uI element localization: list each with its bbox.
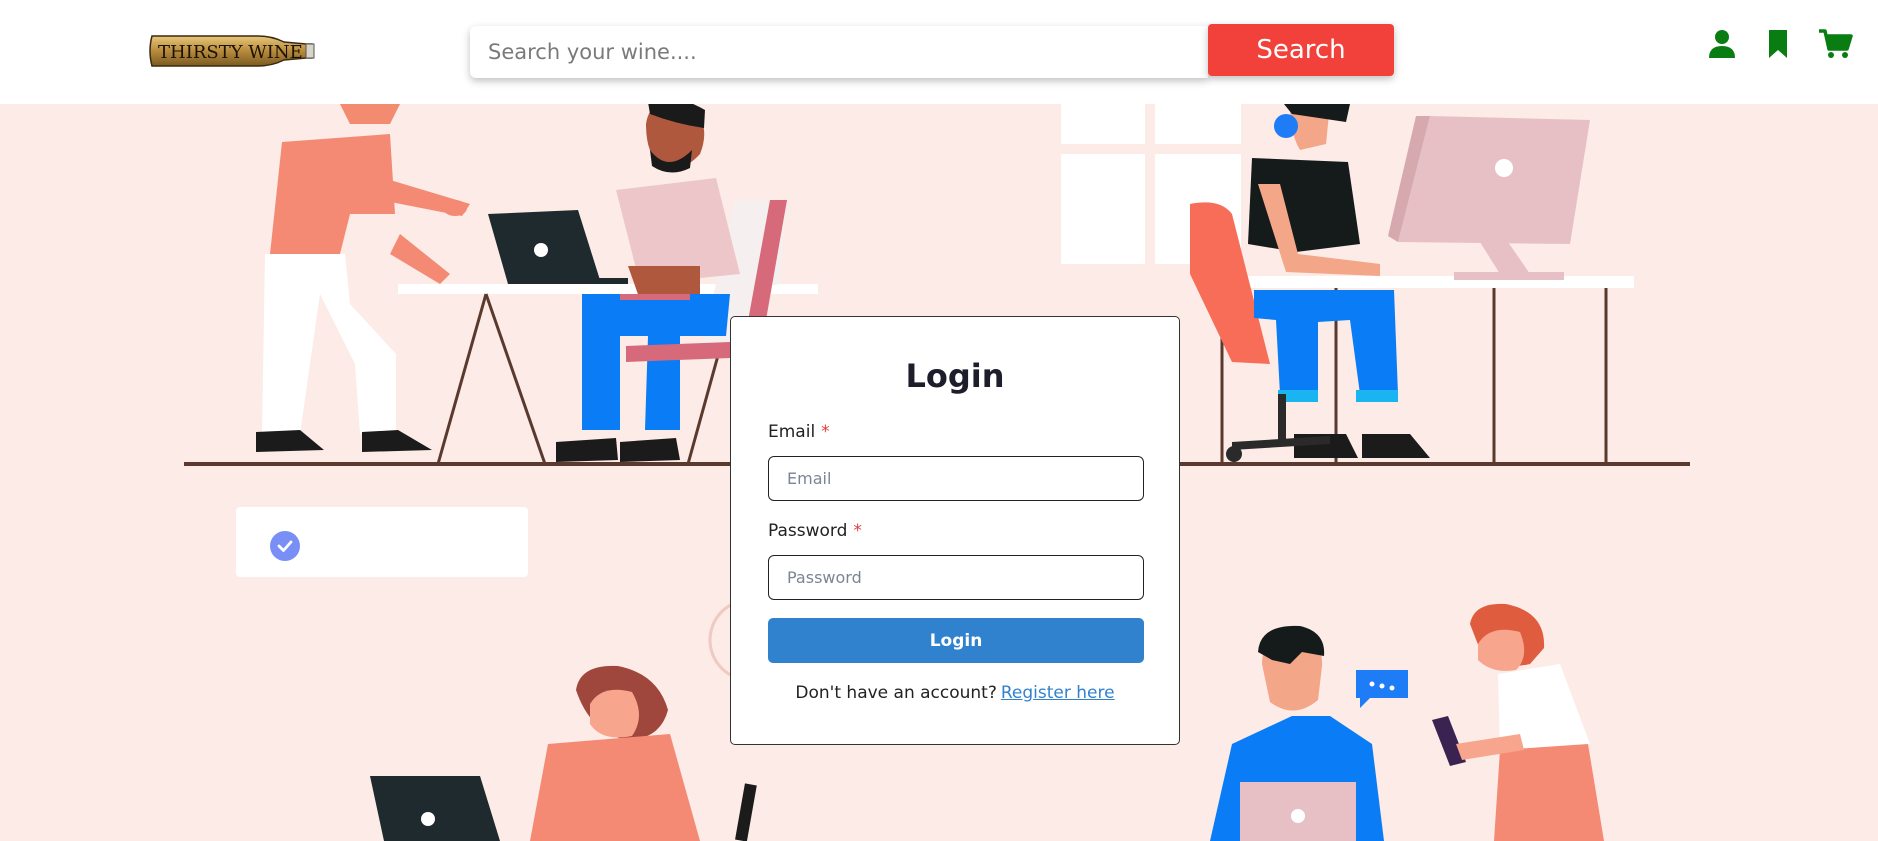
email-label: Email * (768, 422, 830, 442)
notification-toast (236, 507, 528, 577)
email-field[interactable] (768, 456, 1144, 501)
chat-bubble-illustration (1356, 670, 1408, 708)
search-button[interactable]: Search (1208, 24, 1394, 76)
woman-phone-illustration (1432, 603, 1604, 841)
password-label: Password * (768, 521, 862, 541)
bookmark-icon[interactable] (1762, 28, 1794, 60)
required-marker: * (853, 521, 862, 541)
top-navbar: THIRSTY WINE Search (0, 0, 1878, 104)
user-icon[interactable] (1706, 28, 1738, 60)
required-marker: * (821, 422, 830, 442)
check-circle-icon (270, 531, 300, 561)
email-label-text: Email (768, 422, 816, 442)
search-input[interactable] (470, 26, 1208, 78)
search-bar: Search (470, 24, 1394, 78)
register-prompt-text: Don't have an account? (795, 683, 997, 703)
password-label-text: Password (768, 521, 848, 541)
man-laptop-illustration (1210, 625, 1384, 841)
login-title: Login (905, 357, 1005, 395)
login-card: Login Email* Password* Login Don't have … (730, 316, 1180, 745)
login-button[interactable]: Login (768, 618, 1144, 663)
logo-wordmark: THIRSTY WINE (158, 42, 303, 63)
woman-laptop-illustration (370, 665, 757, 841)
standing-person-illustration (256, 104, 470, 452)
register-link[interactable]: Register here (1001, 683, 1115, 703)
logo[interactable]: THIRSTY WINE (146, 28, 318, 74)
register-prompt: Don't have an account? Register here (731, 683, 1179, 703)
password-field[interactable] (768, 555, 1144, 600)
cart-icon[interactable] (1818, 28, 1854, 60)
